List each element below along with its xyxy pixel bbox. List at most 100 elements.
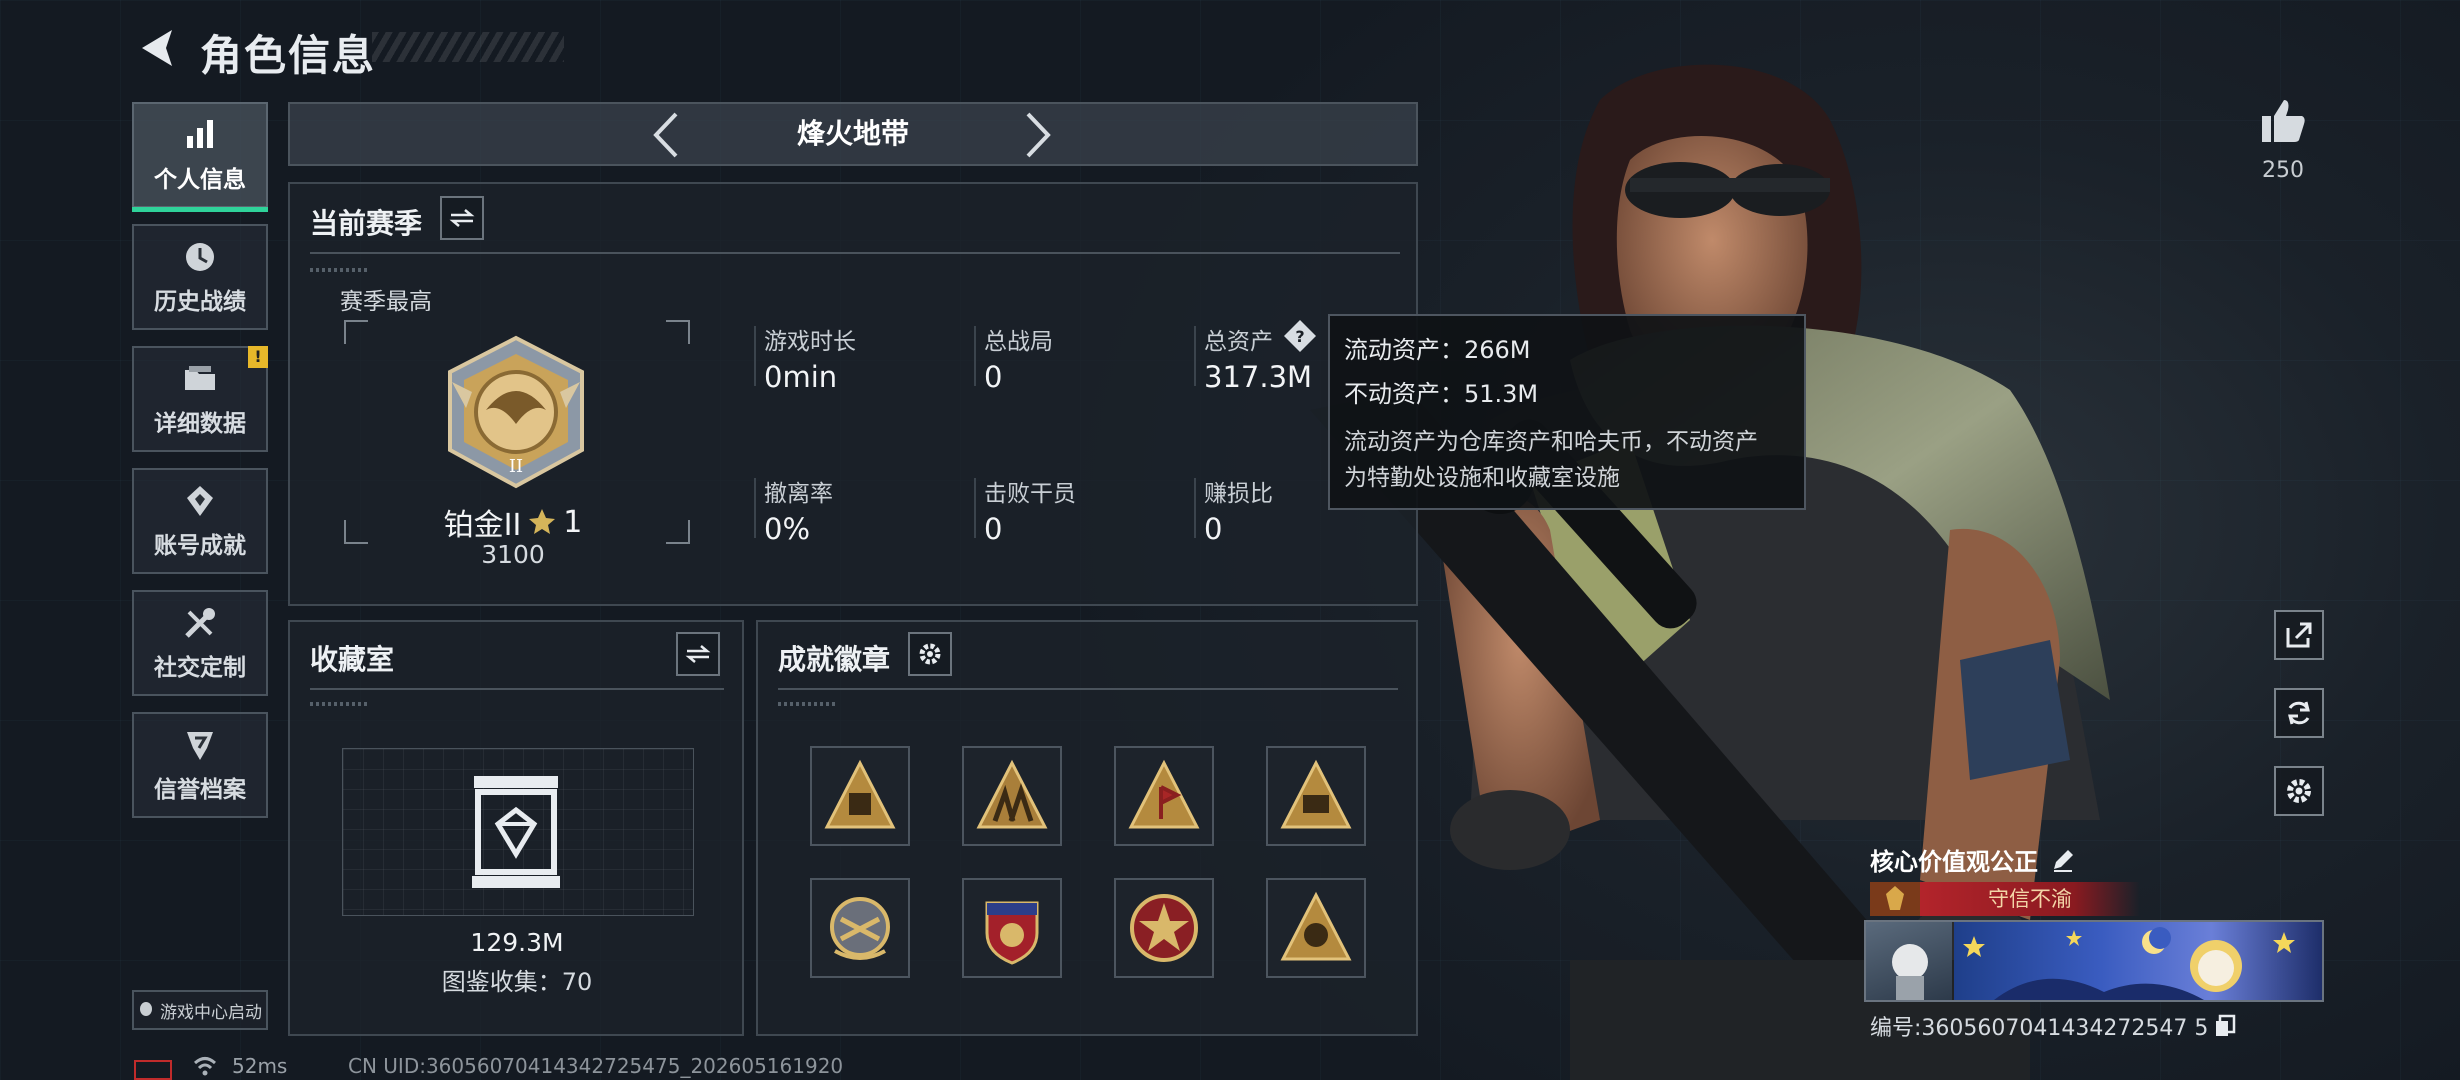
edit-icon[interactable] xyxy=(2050,847,2076,873)
folder-icon xyxy=(185,366,215,390)
achievement-badge[interactable] xyxy=(810,878,910,978)
svg-text:II: II xyxy=(509,456,523,477)
frame-corner xyxy=(344,320,368,344)
player-id: 编号:3605607041434272547 5 xyxy=(1870,1016,2209,1041)
nav-item-achievements[interactable]: 账号成就 xyxy=(132,468,268,574)
back-arrow-icon[interactable] xyxy=(132,24,180,72)
season-best-label: 赛季最高 xyxy=(340,289,432,315)
achievements-settings-button[interactable] xyxy=(908,632,952,676)
soldiers-badge-icon xyxy=(976,759,1048,829)
achievement-badge[interactable] xyxy=(810,746,910,846)
number-badge-icon xyxy=(1280,759,1352,829)
stat-separator xyxy=(754,478,756,538)
achievement-badge[interactable] xyxy=(1114,746,1214,846)
next-mode-icon[interactable] xyxy=(1022,110,1056,160)
achievement-badge[interactable] xyxy=(1114,878,1214,978)
nav-item-personal-info[interactable]: 个人信息 xyxy=(132,102,268,212)
page-title: 角色信息 xyxy=(200,31,377,80)
profile-banner[interactable] xyxy=(1864,920,2324,1002)
star-icon xyxy=(529,509,556,534)
achievement-badge[interactable] xyxy=(1266,746,1366,846)
frame-corner xyxy=(666,320,690,344)
rank-score: 3100 xyxy=(481,540,545,569)
stat-separator xyxy=(1194,326,1196,386)
flag-badge-icon xyxy=(1128,759,1200,829)
swap-icon xyxy=(685,645,711,663)
game-center-button[interactable]: 游戏中心启动 xyxy=(132,990,268,1030)
stat-label: 赚损比 xyxy=(1204,481,1273,507)
share-icon xyxy=(2286,622,2312,648)
collection-catalog: 图鉴收集：70 xyxy=(441,968,593,996)
achievement-badge[interactable] xyxy=(962,878,1062,978)
micro-text-decoration xyxy=(778,702,838,706)
stat-value: 317.3M xyxy=(1204,360,1313,394)
bar-chart-icon xyxy=(187,120,213,148)
game-center-label: 游戏中心启动 xyxy=(160,1002,262,1023)
copy-icon[interactable] xyxy=(2214,1014,2236,1038)
stat-separator xyxy=(974,326,976,386)
gear-icon xyxy=(919,643,941,665)
name-card-background xyxy=(1954,922,2322,1000)
stat-label: 总战局 xyxy=(984,329,1053,355)
collection-switch-button[interactable] xyxy=(676,632,720,676)
collection-title: 收藏室 xyxy=(310,643,395,676)
share-button[interactable] xyxy=(2274,610,2324,660)
avatar-figure-icon xyxy=(1892,944,1928,1000)
display-case-icon xyxy=(472,776,560,888)
stat-separator xyxy=(974,478,976,538)
nav-item-credit[interactable]: 信誉档案 xyxy=(132,712,268,818)
tooltip-desc-2: 为特勤处设施和收藏室设施 xyxy=(1344,465,1620,491)
stat-value: 0 xyxy=(984,512,1003,546)
assets-tooltip: 流动资产：266M 不动资产：51.3M 流动资产为仓库资产和哈夫币，不动资产 … xyxy=(1328,314,1806,510)
triangle-badge-icon xyxy=(824,759,896,829)
swap-icon xyxy=(449,209,475,227)
nav-label: 信誉档案 xyxy=(154,777,246,803)
uid-text: CN UID:36056070414342725475_202605161920 xyxy=(348,1054,844,1078)
refresh-button[interactable] xyxy=(2274,688,2324,738)
star-medal-icon xyxy=(1130,894,1198,962)
achievement-icon xyxy=(187,486,213,516)
stat-value: 0 xyxy=(1204,512,1223,546)
shield-badge-icon xyxy=(830,897,890,960)
stat-value: 0 xyxy=(984,360,1003,394)
refresh-icon xyxy=(2288,701,2310,725)
battery-icon xyxy=(134,1060,172,1080)
achievement-badge[interactable] xyxy=(1266,878,1366,978)
avatar xyxy=(1866,922,1952,1000)
stat-label: 总资产 xyxy=(1204,329,1273,355)
nav-label: 账号成就 xyxy=(154,533,246,559)
micro-text-decoration xyxy=(310,268,370,272)
achievement-badge[interactable] xyxy=(962,746,1062,846)
platinum-rank-emblem: II xyxy=(448,335,584,489)
wifi-icon xyxy=(193,1057,217,1076)
like-count: 250 xyxy=(2262,158,2304,183)
nav-item-detailed-data[interactable]: 详细数据 ! xyxy=(132,346,268,452)
season-divider xyxy=(310,252,1400,254)
thumbs-up-icon[interactable] xyxy=(2258,96,2308,146)
tooltip-fixed-assets: 不动资产：51.3M xyxy=(1344,380,1539,408)
stat-value: 0% xyxy=(764,512,811,546)
rank-name-row: 铂金II 1 xyxy=(340,500,686,544)
nav-label: 社交定制 xyxy=(154,655,246,681)
stat-label: 击败干员 xyxy=(984,481,1076,507)
stat-label: 游戏时长 xyxy=(764,329,856,355)
tools-icon xyxy=(185,608,215,638)
prev-mode-icon[interactable] xyxy=(648,110,682,160)
nav-item-social[interactable]: 社交定制 xyxy=(132,590,268,696)
core-value-text: 核心价值观公正 xyxy=(1870,848,2038,876)
triangle-medal-icon xyxy=(1280,891,1352,961)
tooltip-desc-1: 流动资产为仓库资产和哈夫币，不动资产 xyxy=(1344,429,1758,455)
svg-text:?: ? xyxy=(1295,327,1304,346)
nav-item-history[interactable]: 历史战绩 xyxy=(132,224,268,330)
season-switch-button[interactable] xyxy=(440,196,484,240)
stat-separator xyxy=(754,326,756,386)
help-icon[interactable]: ? xyxy=(1282,318,1318,354)
history-icon xyxy=(186,243,214,271)
ping-text: 52ms xyxy=(232,1054,288,1078)
rank-name: 铂金II xyxy=(443,508,522,543)
nav-label: 个人信息 xyxy=(154,167,246,193)
motto-emblem xyxy=(1870,882,1920,916)
rank-stars: 1 xyxy=(563,504,583,540)
season-title: 当前赛季 xyxy=(310,207,423,240)
settings-button[interactable] xyxy=(2274,766,2324,816)
